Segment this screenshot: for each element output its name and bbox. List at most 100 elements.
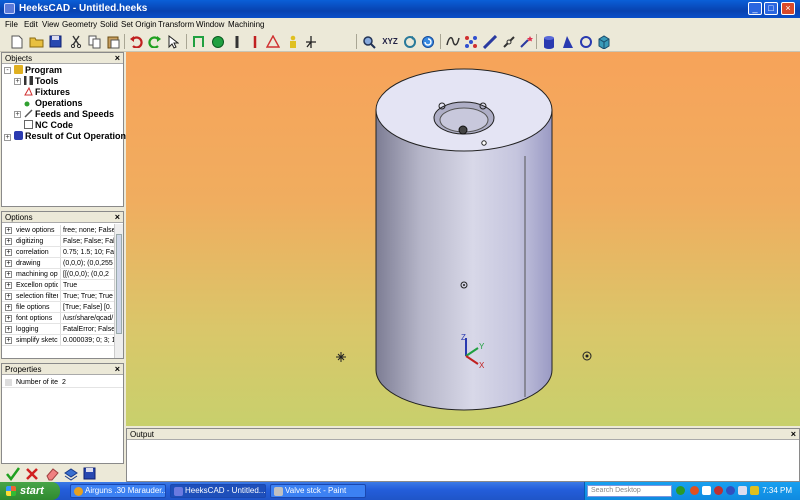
task-heekscad[interactable]: HeeksCAD - Untitled.... xyxy=(170,484,266,498)
open-folder-icon[interactable] xyxy=(28,33,45,50)
maximize-button[interactable]: □ xyxy=(764,2,778,15)
expand-icon[interactable]: + xyxy=(5,315,12,322)
option-row-simplify-sketch[interactable]: + simplify sketch 0.000039; 0; 3; 1 xyxy=(2,335,115,346)
menu-machining[interactable]: Machining xyxy=(228,20,264,29)
copy-icon[interactable] xyxy=(86,33,103,50)
tray-network-icon[interactable] xyxy=(702,486,711,495)
option-row-excellon-options[interactable]: + Excellon optio True xyxy=(2,280,115,291)
tree-item-nc-code[interactable]: NC Code xyxy=(24,120,73,131)
option-row-machining-options[interactable]: + machining opt [[(0,0,0); (0,0,2 xyxy=(2,269,115,280)
paste-icon[interactable] xyxy=(105,33,122,50)
line-tool-icon[interactable] xyxy=(481,33,498,50)
menu-file[interactable]: File xyxy=(5,20,18,29)
check-icon[interactable] xyxy=(4,465,21,482)
3d-viewport[interactable]: Z Y X xyxy=(126,52,800,426)
tray-security-icon[interactable] xyxy=(714,486,723,495)
bolt-hole[interactable] xyxy=(481,140,487,146)
menu-window[interactable]: Window xyxy=(196,20,224,29)
close-button[interactable]: × xyxy=(781,2,795,15)
expand-icon[interactable]: + xyxy=(5,260,12,267)
star-icon[interactable] xyxy=(517,33,534,50)
sketch-icon[interactable] xyxy=(190,33,207,50)
bolt-hole[interactable] xyxy=(458,125,468,135)
feeds-expander[interactable]: + xyxy=(14,111,21,118)
option-row-file-options[interactable]: + file options [True; False] [0. xyxy=(2,302,115,313)
redo-icon[interactable] xyxy=(146,33,163,50)
property-row-number-of-items[interactable]: Number of ite 2 xyxy=(2,377,123,388)
magnify-icon[interactable] xyxy=(360,33,377,50)
tree-item-result-of-cut-operation[interactable]: Result of Cut Operation xyxy=(14,131,126,142)
expand-icon[interactable]: + xyxy=(5,238,12,245)
search-go-icon[interactable] xyxy=(676,486,685,495)
coordinate-icon[interactable] xyxy=(302,33,319,50)
tray-volume-icon[interactable] xyxy=(738,486,747,495)
start-button[interactable]: start xyxy=(0,482,60,500)
task-paint[interactable]: Valve stck - Paint xyxy=(270,484,366,498)
output-text-area[interactable] xyxy=(127,441,799,481)
pattern-icon[interactable] xyxy=(462,33,479,50)
save-icon[interactable] xyxy=(47,33,64,50)
rotate-icon[interactable] xyxy=(419,33,436,50)
option-row-font-options[interactable]: + font options/usr/share/qcad/ xyxy=(2,313,115,324)
chain-icon[interactable] xyxy=(500,33,517,50)
tray-bluetooth-icon[interactable] xyxy=(726,486,735,495)
option-row-view-options[interactable]: + view options free; none; False xyxy=(2,225,115,236)
undo-icon[interactable] xyxy=(127,33,144,50)
circle-icon[interactable] xyxy=(209,33,226,50)
expand-icon[interactable]: + xyxy=(5,326,12,333)
menu-edit[interactable]: Edit xyxy=(24,20,38,29)
viewport-canvas[interactable]: Z Y X xyxy=(126,52,800,426)
triangle-icon[interactable] xyxy=(264,33,281,50)
expand-icon[interactable]: + xyxy=(5,337,12,344)
select-arrow-icon[interactable] xyxy=(165,33,182,50)
option-row-digitizing[interactable]: + digitizing False; False; Fals xyxy=(2,236,115,247)
text-icon[interactable] xyxy=(246,33,263,50)
option-row-logging[interactable]: + logging FatalError; False xyxy=(2,324,115,335)
program-expander[interactable]: - xyxy=(4,67,11,74)
expand-icon[interactable]: + xyxy=(5,282,12,289)
minimize-button[interactable]: _ xyxy=(748,2,762,15)
desktop-search-input[interactable]: Search Desktop xyxy=(587,485,672,497)
result-expander[interactable]: + xyxy=(4,134,11,141)
cut-icon[interactable] xyxy=(67,33,84,50)
expand-icon[interactable]: + xyxy=(5,304,12,311)
new-file-icon[interactable] xyxy=(8,33,25,50)
task-airguns-browser[interactable]: Airguns .30 Marauder... xyxy=(70,484,166,498)
person-icon[interactable] xyxy=(284,33,301,50)
tree-item-fixtures[interactable]: Fixtures xyxy=(24,86,70,98)
cylinder-model[interactable] xyxy=(375,68,553,411)
option-row-correlation[interactable]: + correlation 0.75; 1.5; 10; Fa xyxy=(2,247,115,258)
menu-view[interactable]: View xyxy=(42,20,59,29)
cone-icon[interactable] xyxy=(559,33,576,50)
options-scrollbar[interactable] xyxy=(114,224,123,358)
tools-expander[interactable]: + xyxy=(14,78,21,85)
spline-icon[interactable] xyxy=(228,33,245,50)
scrollbar-thumb[interactable] xyxy=(116,234,122,334)
expand-icon[interactable]: + xyxy=(5,249,12,256)
save-small-icon[interactable] xyxy=(81,465,98,482)
tree-item-program[interactable]: Program xyxy=(14,65,62,76)
tray-app-icon[interactable] xyxy=(690,486,699,495)
menu-geometry[interactable]: Geometry xyxy=(62,20,97,29)
cube-icon[interactable] xyxy=(595,33,612,50)
clock[interactable]: 7:34 PM xyxy=(762,486,792,495)
cylinder-icon[interactable] xyxy=(540,33,557,50)
option-row-drawing[interactable]: + drawing (0,0,0); (0,0,255 xyxy=(2,258,115,269)
menu-transform[interactable]: Transform xyxy=(158,20,194,29)
expand-icon[interactable]: + xyxy=(5,227,12,234)
option-row-selection-filter[interactable]: + selection filter True; True; True xyxy=(2,291,115,302)
view-xyz-icon[interactable]: XYZ xyxy=(380,33,400,50)
eraser-icon[interactable] xyxy=(43,465,60,482)
layers-icon[interactable] xyxy=(62,465,79,482)
cross-icon[interactable] xyxy=(23,465,40,482)
expand-icon[interactable]: + xyxy=(5,293,12,300)
expand-icon[interactable]: + xyxy=(5,271,12,278)
spline-tool-icon[interactable] xyxy=(444,33,461,50)
menu-set-origin[interactable]: Set Origin xyxy=(121,20,157,29)
options-panel-close-button[interactable]: × xyxy=(115,212,120,223)
menu-solid[interactable]: Solid xyxy=(100,20,118,29)
tree-item-feeds-and-speeds[interactable]: Feeds and Speeds xyxy=(24,109,114,120)
tree-item-tools[interactable]: Tools xyxy=(24,76,58,87)
tray-misc-icon[interactable] xyxy=(750,486,759,495)
tree-item-operations[interactable]: Operations xyxy=(24,98,83,109)
